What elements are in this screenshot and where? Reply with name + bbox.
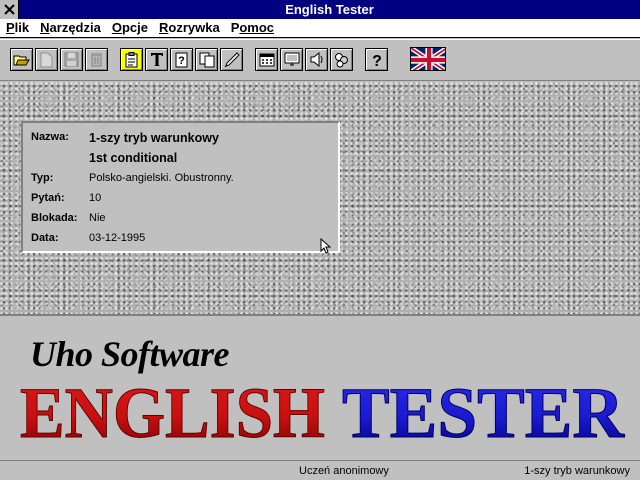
monitor-icon: [284, 52, 300, 67]
english-tester-logo: ENGLISH TESTER: [20, 375, 625, 447]
mouse-pointer-icon: [320, 237, 332, 258]
clipboard-button[interactable]: [120, 48, 143, 71]
test-info-panel: Nazwa: 1-szy tryb warunkowy 1st conditio…: [21, 121, 340, 253]
info-row-questions: Pytań: 10: [31, 192, 101, 204]
info-value: Polsko-angielski. Obustronny.: [89, 172, 234, 184]
toolbar: ? ?: [0, 39, 640, 81]
svg-text:?: ?: [372, 53, 382, 68]
monitor-button[interactable]: [280, 48, 303, 71]
menu-label-rest: ozrywka: [168, 20, 220, 35]
info-value: 1st conditional: [89, 151, 178, 165]
save-button[interactable]: [60, 48, 83, 71]
menu-plik[interactable]: Plik: [0, 19, 34, 37]
info-label: Nazwa:: [31, 131, 69, 143]
menu-accel: P: [6, 20, 15, 35]
info-label: Blokada:: [31, 212, 78, 224]
info-row-lock: Blokada: Nie: [31, 212, 106, 224]
help-button[interactable]: ?: [365, 48, 388, 71]
info-label: Typ:: [31, 172, 54, 184]
logo-word-english: ENGLISH: [20, 375, 325, 447]
menu-label-rest: lik: [14, 20, 30, 35]
copy-icon: [199, 52, 215, 68]
speaker-icon: [309, 52, 325, 67]
close-icon: [3, 4, 15, 15]
language-flag-button[interactable]: [410, 47, 446, 71]
open-icon: [13, 53, 30, 67]
save-icon: [64, 52, 79, 67]
menu-narzedzia[interactable]: Narzędzia: [34, 19, 106, 37]
calculator-button[interactable]: [255, 48, 278, 71]
company-name: Uho Software: [30, 334, 230, 374]
menu-label-rest: omoc: [239, 20, 275, 35]
window-title: English Tester: [285, 2, 374, 17]
pen-icon: [224, 51, 240, 68]
menu-accel: N: [40, 20, 50, 35]
info-value: 03-12-1995: [89, 232, 146, 244]
menu-rozrywka[interactable]: Rozrywka: [153, 19, 225, 37]
uk-flag-icon: [411, 48, 445, 70]
question-page-button[interactable]: ?: [170, 48, 193, 71]
info-row-type: Typ: Polsko-angielski. Obustronny.: [31, 172, 234, 184]
clipboard-icon: [125, 51, 138, 68]
menu-opcje[interactable]: Opcje: [106, 19, 153, 37]
status-bar: Uczeń anonimowy 1-szy tryb warunkowy: [0, 460, 640, 480]
info-label: [31, 151, 89, 165]
menu-accel: O: [111, 20, 122, 35]
help-icon: ?: [372, 52, 382, 68]
info-row-name-english: 1st conditional: [31, 151, 177, 165]
menu-label-rest: pcje: [121, 20, 148, 35]
text-icon: [150, 52, 164, 67]
info-row-date: Data: 03-12-1995: [31, 232, 145, 244]
text-button[interactable]: [145, 48, 168, 71]
copy-button[interactable]: [195, 48, 218, 71]
info-label: Pytań:: [31, 192, 65, 204]
delete-icon: [90, 52, 103, 67]
menu-bar: Plik Narzędzia Opcje Rozrywka Pomoc: [0, 19, 640, 38]
new-button[interactable]: [35, 48, 58, 71]
open-button[interactable]: [10, 48, 33, 71]
svg-text:?: ?: [178, 55, 185, 67]
status-test-name: 1-szy tryb warunkowy: [524, 465, 630, 477]
logo-word-tester: TESTER: [342, 375, 625, 447]
info-value: 10: [89, 192, 102, 204]
status-user: Uczeń anonimowy: [299, 465, 389, 477]
people-icon: [333, 52, 350, 68]
pen-button[interactable]: [220, 48, 243, 71]
info-value: 1-szy tryb warunkowy: [89, 131, 219, 145]
title-bar: English Tester: [0, 0, 640, 19]
menu-pomoc[interactable]: Pomoc: [225, 19, 279, 37]
speaker-button[interactable]: [305, 48, 328, 71]
delete-button[interactable]: [85, 48, 108, 71]
people-button[interactable]: [330, 48, 353, 71]
menu-label-rest: arzędzia: [49, 20, 101, 35]
info-value: Nie: [89, 212, 106, 224]
calculator-icon: [259, 53, 275, 67]
info-label: Data:: [31, 232, 59, 244]
menu-accel: R: [158, 20, 169, 35]
question-page-icon: ?: [175, 52, 188, 68]
info-row-name: Nazwa: 1-szy tryb warunkowy: [31, 131, 219, 145]
system-menu-button[interactable]: [0, 0, 19, 19]
new-icon: [40, 52, 53, 68]
